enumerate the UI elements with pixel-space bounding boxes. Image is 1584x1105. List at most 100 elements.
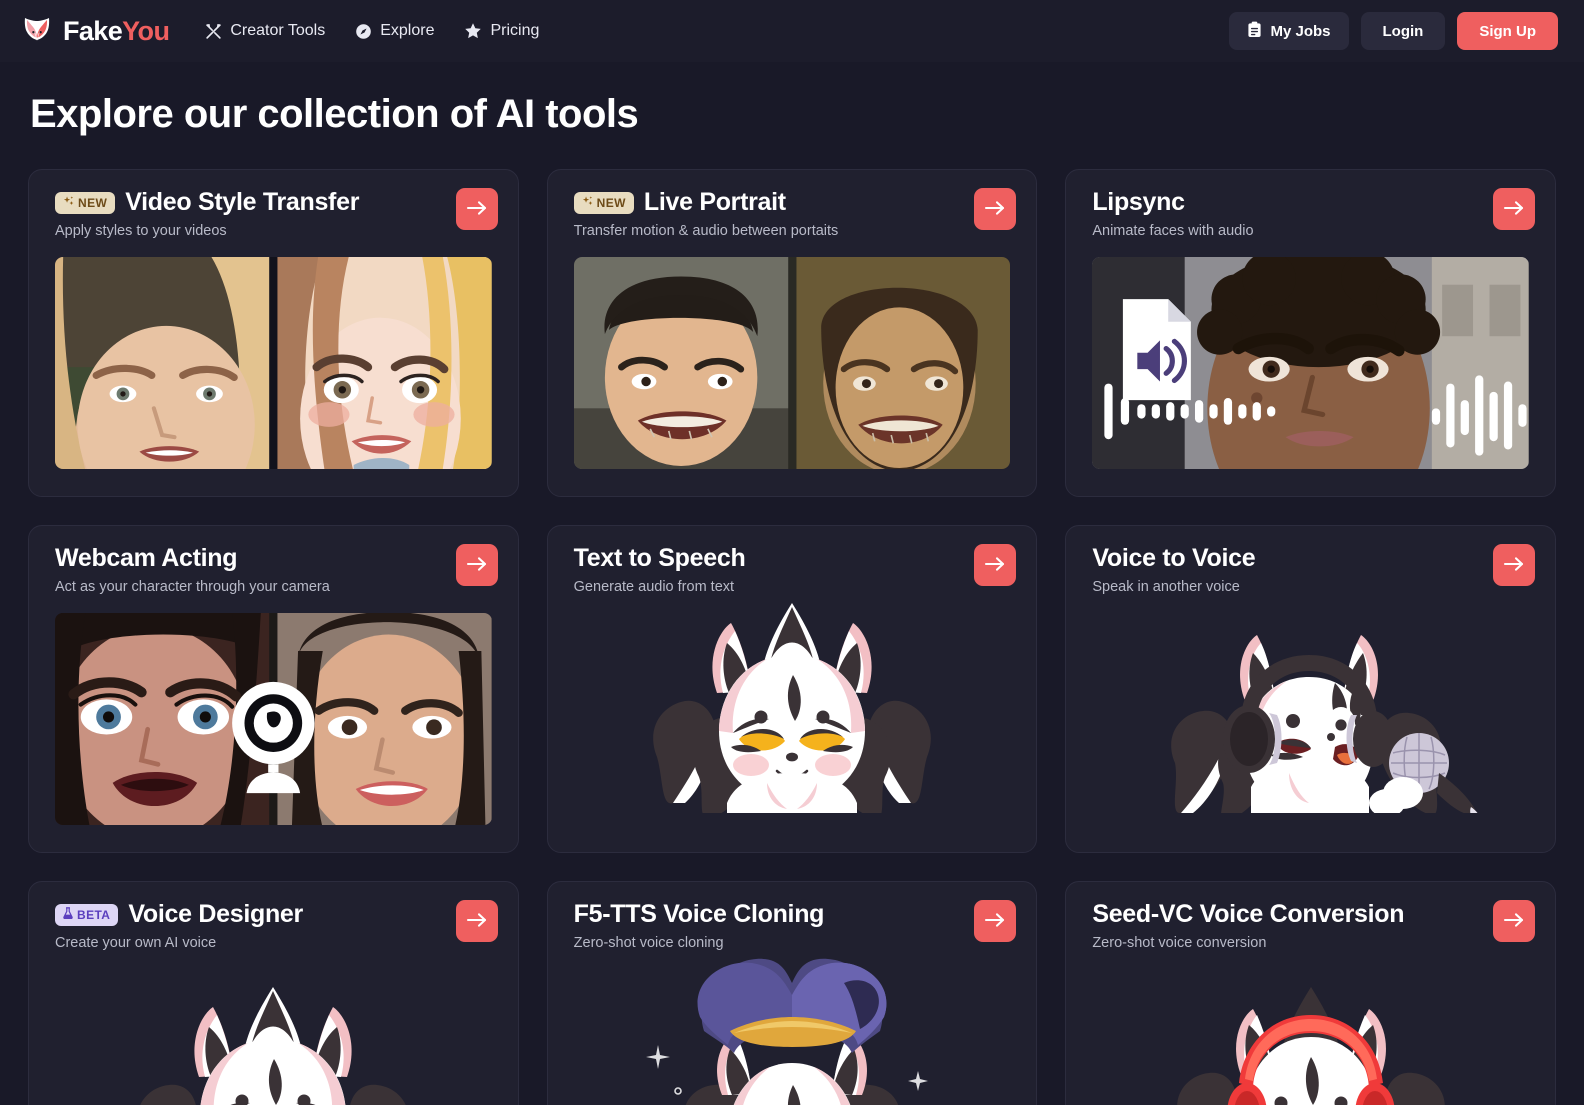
status-badge-new-label: NEW [78,195,108,210]
card-media-video-style-transfer [55,257,492,469]
tool-card-lipsync[interactable]: Lipsync Animate faces with audio [1065,169,1556,497]
tool-card-live-portrait[interactable]: NEW Live Portrait Transfer motion & audi… [546,169,1038,497]
card-media-wrap [548,257,1037,469]
card-media-wrap [1066,257,1555,469]
open-tool-button[interactable] [1492,544,1535,586]
open-tool-button[interactable] [1492,188,1535,230]
card-header-text: Text to Speech Generate audio from text [574,544,963,595]
tools-icon [205,23,222,40]
top-navbar: FakeYou Creator Tools Explore Pricing My… [0,0,1584,62]
card-header-text: Seed-VC Voice Conversion Zero-shot voice… [1092,900,1481,951]
arrow-right-icon [466,200,488,219]
tool-card-voice-to-voice[interactable]: Voice to Voice Speak in another voice [1065,525,1556,853]
open-tool-button[interactable] [974,188,1017,230]
card-title-row: Webcam Acting [55,544,444,573]
card-title: Voice to Voice [1092,544,1256,572]
open-tool-button[interactable] [455,900,498,942]
card-header: F5-TTS Voice Cloning Zero-shot voice clo… [548,900,1037,951]
sparkles-icon [582,195,593,210]
open-tool-button[interactable] [974,900,1017,942]
card-title: F5-TTS Voice Cloning [573,900,825,928]
card-title: Live Portrait [643,188,786,216]
my-jobs-button[interactable]: My Jobs [1229,12,1349,50]
signup-button[interactable]: Sign Up [1457,12,1558,50]
card-header: Text to Speech Generate audio from text [548,544,1037,595]
card-header-text: Lipsync Animate faces with audio [1092,188,1481,239]
status-badge-new: NEW [55,191,116,214]
card-media-live-portrait [573,257,1011,469]
card-subtitle: Transfer motion & audio between portaits [573,223,839,239]
card-header: BETA Voice Designer Create your own AI v… [29,900,518,951]
open-tool-button[interactable] [455,188,498,230]
login-button[interactable]: Login [1360,12,1446,50]
card-title-row: BETA Voice Designer [55,900,444,929]
nav-item-creator-tools-label: Creator Tools [230,22,326,39]
card-media-webcam-acting [55,613,492,825]
arrow-right-icon [466,556,488,575]
card-subtitle: Apply styles to your videos [55,223,227,239]
login-label: Login [1382,22,1424,40]
card-media-mascot-kitsune-red-headphones [1176,987,1445,1105]
open-tool-button[interactable] [455,544,498,586]
page-title: Explore our collection of AI tools [30,92,639,136]
status-badge-beta: BETA [55,903,119,926]
card-title-row: NEW Live Portrait [573,188,963,217]
card-media-wrap [548,955,1037,1105]
card-title: Webcam Acting [55,544,238,572]
my-jobs-label: My Jobs [1270,22,1331,40]
card-media-wrap [548,599,1037,813]
nav-item-pricing[interactable]: Pricing [462,18,541,44]
card-subtitle: Animate faces with audio [1092,223,1254,239]
audio-file-icon [1123,299,1192,401]
card-title-row: Lipsync [1092,188,1481,217]
nav-item-explore-label: Explore [380,22,435,39]
tool-card-video-style-transfer[interactable]: NEW Video Style Transfer Apply styles to… [28,169,519,497]
card-media-mascot-kitsune-plain [653,603,931,813]
tool-card-text-to-speech[interactable]: Text to Speech Generate audio from text [546,525,1038,853]
open-tool-button[interactable] [1492,900,1535,942]
brand-wordmark: FakeYou [63,15,170,46]
tool-card-webcam-acting[interactable]: Webcam Acting Act as your character thro… [28,525,519,853]
status-badge-new: NEW [573,191,634,214]
nav-item-explore[interactable]: Explore [353,18,436,44]
star-icon [464,22,482,40]
card-subtitle: Zero-shot voice cloning [573,935,724,951]
nav-item-pricing-label: Pricing [490,22,540,39]
card-title-row: F5-TTS Voice Cloning [574,900,963,929]
arrow-right-icon [1503,200,1525,219]
tool-card-f5-tts-voice-cloning[interactable]: F5-TTS Voice Cloning Zero-shot voice clo… [546,881,1038,1105]
arrow-right-icon [1503,912,1525,931]
flask-icon [63,907,73,922]
nav-actions: My Jobs Login Sign Up [1229,12,1558,50]
brand-text-fake: Fake [63,15,123,46]
card-header: NEW Video Style Transfer Apply styles to… [29,188,518,239]
card-header-text: Voice to Voice Speak in another voice [1092,544,1481,595]
nav-item-creator-tools[interactable]: Creator Tools [203,18,327,44]
tool-card-voice-designer[interactable]: BETA Voice Designer Create your own AI v… [28,881,519,1105]
status-badge-beta-label: BETA [77,907,111,922]
card-header: Lipsync Animate faces with audio [1066,188,1555,239]
signup-label: Sign Up [1479,22,1536,40]
card-header: NEW Live Portrait Transfer motion & audi… [548,188,1037,239]
arrow-right-icon [984,200,1006,219]
card-header-text: NEW Live Portrait Transfer motion & audi… [573,188,963,239]
card-subtitle: Zero-shot voice conversion [1092,935,1267,951]
card-subtitle: Generate audio from text [573,579,735,595]
card-media-wrap [29,955,518,1105]
card-title-row: Voice to Voice [1092,544,1481,573]
card-title-row: Text to Speech [574,544,963,573]
card-media-wrap [1066,955,1555,1105]
brand-logo[interactable]: FakeYou [20,14,170,48]
card-header: Webcam Acting Act as your character thro… [29,544,518,595]
card-header: Seed-VC Voice Conversion Zero-shot voice… [1066,900,1555,951]
nav-links: Creator Tools Explore Pricing [203,18,541,44]
card-title: Lipsync [1092,188,1185,216]
card-title: Video Style Transfer [125,188,360,216]
card-media-mascot-kitsune-plain [140,987,407,1105]
fox-logo-icon [20,14,54,48]
card-header-text: NEW Video Style Transfer Apply styles to… [55,188,444,239]
card-media-mascot-kitsune-wizard-hat [645,958,928,1105]
card-title: Voice Designer [128,900,303,928]
open-tool-button[interactable] [974,544,1017,586]
tool-card-seed-vc-voice-conversion[interactable]: Seed-VC Voice Conversion Zero-shot voice… [1065,881,1556,1105]
